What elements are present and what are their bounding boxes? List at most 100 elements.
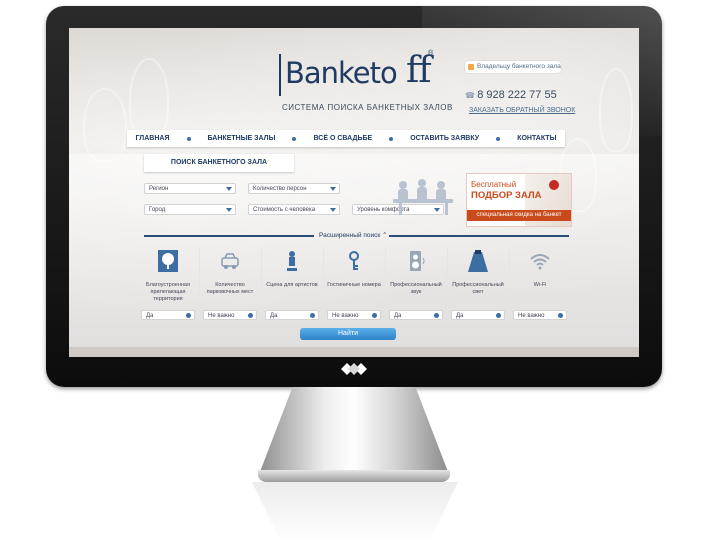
glass-decoration [83, 88, 127, 162]
divider [447, 248, 448, 318]
region-select-label: Регион [149, 186, 169, 192]
chevron-down-icon [496, 313, 501, 318]
monitor-bezel: Banketo ff ® СИСТЕМА ПОИСКА БАНКЕТНЫХ ЗА… [46, 6, 662, 387]
divider-right [389, 235, 569, 237]
website-screen: Banketo ff ® СИСТЕМА ПОИСКА БАНКЕТНЫХ ЗА… [69, 28, 639, 357]
chevron-down-icon [434, 313, 439, 318]
amenity-label: Гостиничные номера [327, 282, 381, 288]
amenity-label: Количество парковочных мест [206, 282, 254, 295]
amenity-label: Сцена для артистов [266, 282, 318, 288]
nav-item-halls[interactable]: БАНКЕТНЫЕ ЗАЛЫ [208, 135, 276, 142]
divider-left [144, 235, 314, 237]
nav-item-contacts[interactable]: КОНТАКТЫ [517, 135, 556, 142]
chevron-down-icon [226, 208, 232, 212]
nav-separator-dot [186, 136, 191, 141]
city-select[interactable]: Город [144, 204, 236, 215]
amenity-value: Да [394, 313, 402, 319]
amenity-select[interactable]: Не важно [203, 310, 257, 320]
glass-decoration [599, 68, 633, 152]
speaker-icon [410, 251, 425, 271]
promo-line2: ПОДБОР ЗАЛА [471, 190, 542, 201]
phone-number: ☎ 8 928 222 77 55 [465, 89, 557, 101]
nav-item-wedding[interactable]: ВСЁ О СВАДЬБЕ [314, 135, 373, 142]
amenity-select[interactable]: Не важно [513, 310, 567, 320]
amenity-select[interactable]: Да [451, 310, 505, 320]
logo-tagline: СИСТЕМА ПОИСКА БАНКЕТНЫХ ЗАЛОВ [282, 103, 453, 112]
price-select[interactable]: Стоимость с человека [248, 204, 340, 215]
amenity-select[interactable]: Да [141, 310, 195, 320]
divider [323, 248, 324, 318]
phone-text: 8 928 222 77 55 [477, 89, 557, 101]
divider [385, 248, 386, 318]
amenity-light: Профессиональный свет Да [449, 246, 507, 324]
screen-bottom-strip [69, 347, 639, 357]
amenity-value: Не важно [518, 313, 545, 319]
promo-line1: Бесплатный [471, 180, 517, 189]
price-select-label: Стоимость с человека [253, 207, 316, 213]
divider [261, 248, 262, 318]
chevron-down-icon [186, 313, 191, 318]
nav-item-request[interactable]: ОСТАВИТЬ ЗАЯВКУ [410, 135, 479, 142]
guests-select[interactable]: Количество персон [248, 183, 340, 194]
amenity-territory: Благоустроенная прилегающая территория Д… [139, 246, 197, 324]
amenity-label: Благоустроенная прилегающая территория [146, 282, 190, 302]
registered-mark: ® [428, 50, 434, 57]
divider [199, 248, 200, 318]
monitor-stand-base [258, 470, 450, 482]
nav-separator-dot [496, 136, 501, 141]
amenity-label: Профессиональный звук [390, 282, 442, 295]
chevron-down-icon [372, 313, 377, 318]
amenity-sound: Профессиональный звук Да [387, 246, 445, 324]
stand-reflection [252, 482, 458, 542]
chevron-down-icon [330, 187, 336, 191]
site-logo[interactable]: Banketo ff ® СИСТЕМА ПОИСКА БАНКЕТНЫХ ЗА… [279, 48, 452, 120]
amenity-value: Не важно [208, 313, 235, 319]
amenity-label: Профессиональный свет [452, 282, 504, 295]
tree-icon [158, 250, 178, 272]
chevron-down-icon [310, 313, 315, 318]
guests-select-label: Количество персон [253, 186, 307, 192]
extended-search-label: Расширенный поиск [319, 232, 381, 239]
amenity-parking: Количество парковочных мест Не важно [201, 246, 259, 324]
divider [509, 248, 510, 318]
amenity-select[interactable]: Да [389, 310, 443, 320]
amenity-label: Wi-Fi [533, 282, 547, 288]
singer-icon [287, 251, 297, 271]
promo-banner[interactable]: Бесплатный ПОДБОР ЗАЛА специальная скидк… [466, 173, 572, 227]
search-tab[interactable]: ПОИСК БАНКЕТНОГО ЗАЛА [144, 154, 294, 172]
logo-bar [279, 54, 281, 96]
chevron-up-icon: ⌃ [382, 232, 388, 239]
chevron-down-icon [226, 187, 232, 191]
chevron-down-icon [330, 208, 336, 212]
spotlight-icon [468, 250, 488, 272]
owner-link-button[interactable]: Владельцу банкетного зала [465, 61, 561, 73]
nav-item-home[interactable]: ГЛАВНАЯ [136, 135, 170, 142]
monitor-brand-logo [341, 363, 367, 375]
amenity-select[interactable]: Не важно [327, 310, 381, 320]
chevron-down-icon [558, 313, 563, 318]
wifi-icon [530, 254, 550, 270]
callback-link[interactable]: ЗАКАЗАТЬ ОБРАТНЫЙ ЗВОНОК [469, 107, 575, 114]
key-icon [349, 251, 359, 270]
city-select-label: Город [149, 207, 166, 213]
chevron-down-icon [248, 313, 253, 318]
diners-illustration [393, 179, 453, 215]
extended-search-toggle[interactable]: Расширенный поиск ⌃ [319, 231, 387, 239]
find-button[interactable]: Найти [300, 328, 396, 340]
main-nav: ГЛАВНАЯ БАНКЕТНЫЕ ЗАЛЫ ВСЁ О СВАДЬБЕ ОСТ… [127, 130, 565, 147]
nav-separator-dot [389, 136, 394, 141]
monitor-stand [258, 387, 450, 477]
amenity-wifi: Wi-Fi Не важно [511, 246, 569, 324]
amenity-value: Не важно [332, 313, 359, 319]
promo-line3: специальная скидка на банкет [467, 210, 571, 221]
amenity-select[interactable]: Да [265, 310, 319, 320]
rose-icon [549, 180, 559, 190]
amenity-value: Да [146, 313, 154, 319]
logo-text: Banketo [285, 56, 398, 90]
car-icon [221, 253, 239, 269]
amenity-value: Да [456, 313, 464, 319]
amenity-stage: Сцена для артистов Да [263, 246, 321, 324]
phone-icon: ☎ [465, 91, 478, 100]
region-select[interactable]: Регион [144, 183, 236, 194]
nav-separator-dot [292, 136, 297, 141]
